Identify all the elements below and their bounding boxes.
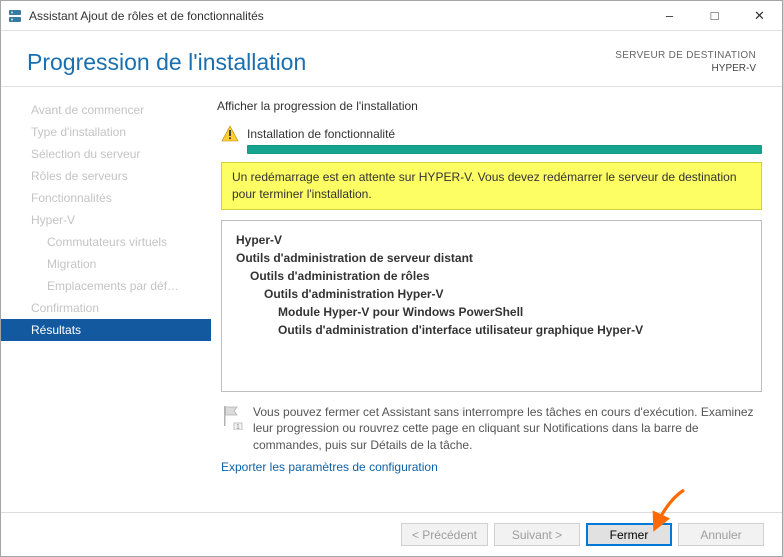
result-item: Outils d'administration de rôles — [236, 267, 747, 285]
cancel-button: Annuler — [678, 523, 764, 546]
status-text: Installation de fonctionnalité — [247, 127, 395, 141]
window-controls: – □ ✕ — [647, 1, 782, 30]
wizard-step: Rôles de serveurs — [1, 165, 211, 187]
wizard-step: Hyper-V — [1, 209, 211, 231]
results-list: Hyper-VOutils d'administration de serveu… — [221, 220, 762, 392]
warning-icon — [221, 125, 239, 143]
previous-button: < Précédent — [401, 523, 488, 546]
background-task-note: 1 Vous pouvez fermer cet Assistant sans … — [221, 404, 762, 454]
button-row: < Précédent Suivant > Fermer Annuler — [1, 512, 782, 556]
progress-bar — [247, 145, 762, 154]
wizard-step: Commutateurs virtuels — [1, 231, 211, 253]
status-row: Installation de fonctionnalité — [217, 125, 762, 143]
result-item: Outils d'administration Hyper-V — [236, 285, 747, 303]
destination-label: SERVEUR DE DESTINATION — [615, 49, 756, 62]
main-panel: Afficher la progression de l'installatio… — [211, 87, 782, 512]
header: Progression de l'installation SERVEUR DE… — [1, 31, 782, 87]
wizard-step[interactable]: Résultats — [1, 319, 211, 341]
wizard-step: Confirmation — [1, 297, 211, 319]
window-title: Assistant Ajout de rôles et de fonctionn… — [29, 9, 647, 23]
result-item: Hyper-V — [236, 231, 747, 249]
wizard-step: Avant de commencer — [1, 99, 211, 121]
close-button[interactable]: Fermer — [586, 523, 672, 546]
page-title: Progression de l'installation — [27, 49, 306, 76]
svg-text:1: 1 — [236, 424, 240, 430]
wizard-step: Emplacements par déf… — [1, 275, 211, 297]
next-button: Suivant > — [494, 523, 580, 546]
background-task-text: Vous pouvez fermer cet Assistant sans in… — [253, 404, 762, 454]
wizard-steps: Avant de commencerType d'installationSél… — [1, 87, 211, 512]
destination-name: HYPER-V — [615, 62, 756, 75]
wizard-window: Assistant Ajout de rôles et de fonctionn… — [0, 0, 783, 557]
server-manager-icon — [7, 8, 23, 24]
flag-icon: 1 — [221, 404, 243, 430]
body: Avant de commencerType d'installationSél… — [1, 87, 782, 512]
wizard-step: Sélection du serveur — [1, 143, 211, 165]
wizard-step: Fonctionnalités — [1, 187, 211, 209]
result-item: Module Hyper-V pour Windows PowerShell — [236, 303, 747, 321]
titlebar: Assistant Ajout de rôles et de fonctionn… — [1, 1, 782, 31]
close-window-button[interactable]: ✕ — [737, 1, 782, 30]
wizard-step: Migration — [1, 253, 211, 275]
result-item: Outils d'administration d'interface util… — [236, 321, 747, 339]
restart-notice: Un redémarrage est en attente sur HYPER-… — [221, 162, 762, 210]
view-progress-label: Afficher la progression de l'installatio… — [217, 99, 762, 113]
minimize-button[interactable]: – — [647, 1, 692, 30]
maximize-button[interactable]: □ — [692, 1, 737, 30]
destination-server: SERVEUR DE DESTINATION HYPER-V — [615, 49, 756, 75]
wizard-step: Type d'installation — [1, 121, 211, 143]
result-item: Outils d'administration de serveur dista… — [236, 249, 747, 267]
export-settings-link[interactable]: Exporter les paramètres de configuration — [221, 460, 762, 474]
